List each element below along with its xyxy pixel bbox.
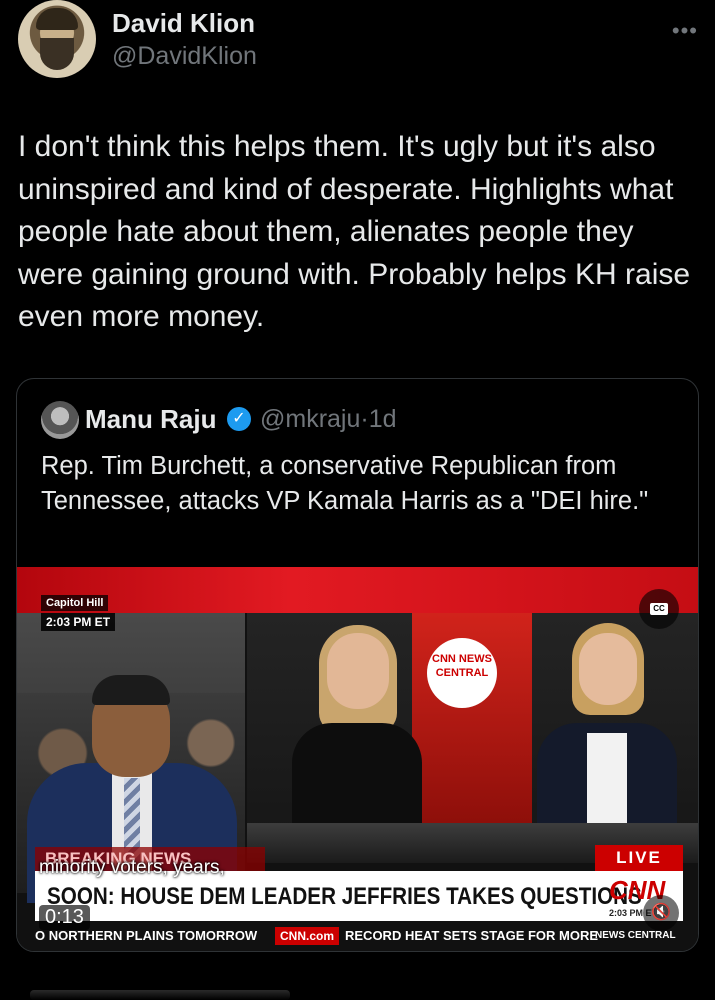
speaker-muted-icon[interactable]: 🔇 bbox=[643, 895, 679, 931]
quoted-tweet-age: 1d bbox=[368, 405, 397, 433]
cc-icon: CC bbox=[650, 603, 668, 615]
author-name[interactable]: David Klion bbox=[112, 8, 255, 39]
location-time-label: 2:03 PM ET bbox=[41, 613, 116, 631]
tweet-text: I don't think this helps them. It's ugly… bbox=[18, 130, 691, 333]
video-player[interactable]: CNN NEWS CENTRAL Capitol Hill 2:03 PM ET… bbox=[17, 567, 698, 951]
live-badge: LIVE bbox=[595, 845, 683, 871]
closed-captions-button[interactable]: CC bbox=[639, 589, 679, 629]
anchor-right-shirt bbox=[587, 733, 627, 823]
author-handle[interactable]: @DavidKlion bbox=[112, 42, 257, 71]
anchor-right-head bbox=[579, 633, 637, 705]
video-left-panel bbox=[17, 613, 245, 903]
verified-badge-icon: ✓ bbox=[227, 407, 251, 431]
tweet-author: David Klion @DavidKlion ••• bbox=[18, 0, 698, 80]
quoted-author-handle: @mkraju bbox=[260, 405, 361, 433]
anchor-left-head bbox=[327, 633, 389, 709]
author-avatar[interactable] bbox=[18, 0, 96, 78]
studio-logo: CNN NEWS CENTRAL bbox=[427, 638, 497, 708]
avatar-beard bbox=[40, 38, 74, 70]
more-dots-icon[interactable]: ••• bbox=[672, 18, 698, 44]
location-label: Capitol Hill bbox=[41, 595, 109, 611]
video-caption: minority voters, years, bbox=[39, 857, 225, 878]
quoted-author-name: Manu Raju bbox=[85, 404, 217, 434]
video-studio-panel: CNN NEWS CENTRAL bbox=[247, 613, 698, 863]
quoted-author-meta: @mkraju·1d bbox=[260, 405, 397, 433]
ticker-text-2: RECORD HEAT SETS STAGE FOR MORE bbox=[345, 928, 599, 943]
ticker-site: CNN.com bbox=[275, 927, 340, 945]
quoted-tweet-text: Rep. Tim Burchett, a conservative Republ… bbox=[41, 452, 649, 515]
video-red-banner bbox=[17, 567, 698, 613]
quoted-tweet[interactable]: Manu Raju ✓ @mkraju·1d Rep. Tim Burchett… bbox=[16, 378, 699, 952]
news-ticker: O NORTHERN PLAINS TOMORROW CNN.com RECOR… bbox=[35, 923, 683, 949]
video-duration: 0:13 bbox=[39, 905, 90, 930]
chyron-headline: SOON: HOUSE DEM LEADER JEFFRIES TAKES QU… bbox=[47, 883, 642, 910]
avatar-hair bbox=[36, 8, 78, 30]
reporter-hair bbox=[92, 675, 170, 705]
quoted-author-avatar bbox=[41, 401, 79, 439]
next-content-peek bbox=[30, 990, 290, 1000]
